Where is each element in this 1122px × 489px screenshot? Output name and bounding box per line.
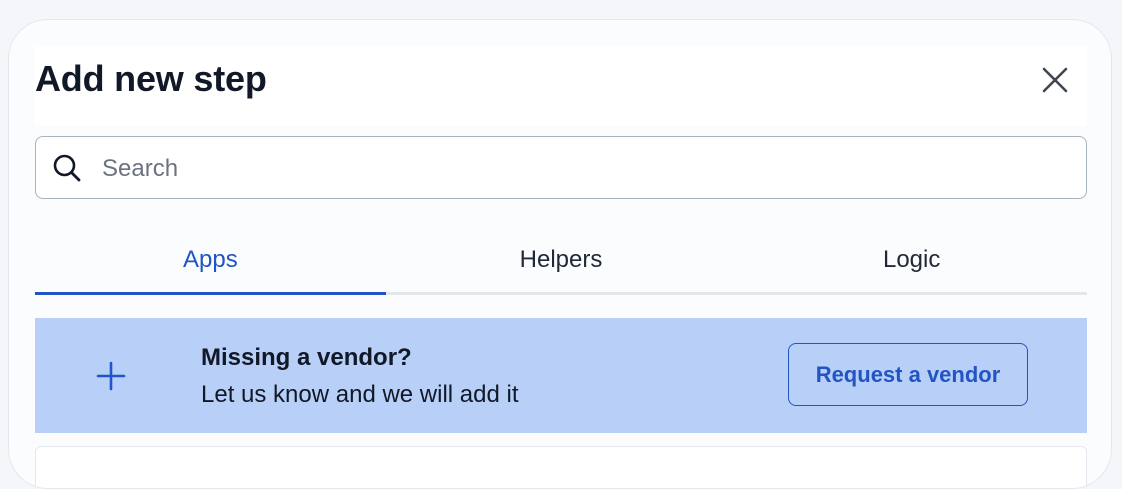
add-step-dialog: Add new step Apps Helpers Logic Missing … [8,19,1112,489]
list-item[interactable] [35,446,1087,488]
dialog-header: Add new step [35,46,1087,126]
tab-logic[interactable]: Logic [736,232,1087,292]
search-box[interactable] [35,136,1087,199]
search-icon [53,154,81,182]
banner-heading: Missing a vendor? [201,344,412,371]
dialog-title: Add new step [35,58,267,99]
close-icon [1042,67,1068,93]
request-vendor-button[interactable]: Request a vendor [788,343,1028,406]
close-button[interactable] [1035,60,1075,100]
tab-helpers[interactable]: Helpers [386,232,737,292]
missing-vendor-banner: Missing a vendor? Let us know and we wil… [35,318,1087,433]
step-type-tabs: Apps Helpers Logic [35,232,1087,295]
search-input[interactable] [100,145,1064,193]
tab-apps[interactable]: Apps [35,232,386,295]
plus-icon [96,361,126,391]
banner-subtext: Let us know and we will add it [201,381,519,408]
